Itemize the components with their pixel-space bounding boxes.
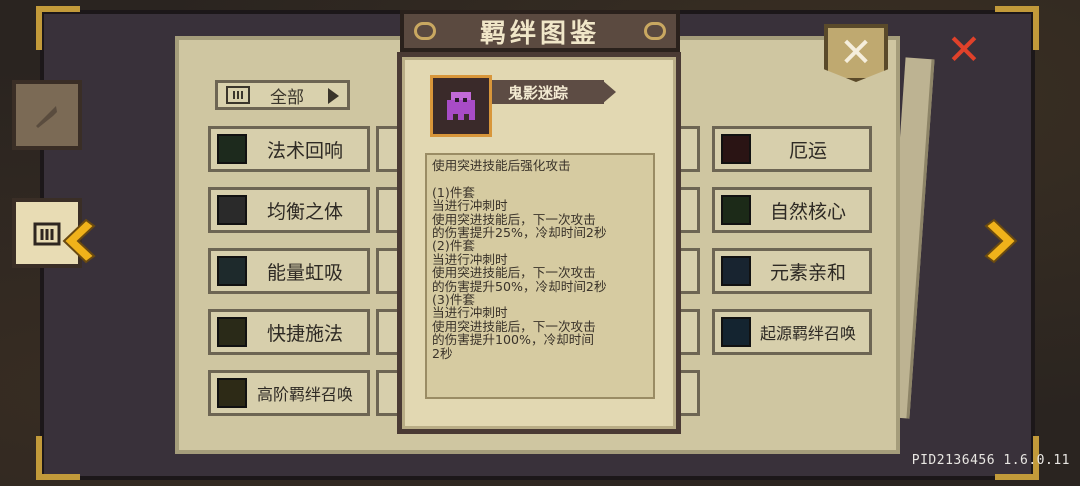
set-icon <box>721 256 751 286</box>
ornament-icon <box>414 22 436 40</box>
title-text: 羁绊图鉴 <box>479 18 600 49</box>
set-label: 起源羁绊召唤 <box>759 324 856 343</box>
set-name-ribbon: 鬼影迷踪 <box>492 80 604 104</box>
filter-dropdown[interactable]: 全部 <box>215 80 350 110</box>
sets-icon <box>33 222 61 246</box>
set-label: 厄运 <box>788 139 827 162</box>
close-icon: ✕ <box>946 25 982 74</box>
set-item[interactable]: 元素亲和 <box>712 248 872 294</box>
set-item[interactable]: 快捷施法 <box>208 309 370 355</box>
dropdown-arrow-icon <box>328 88 339 104</box>
set-icon <box>217 195 247 225</box>
set-label: 快捷施法 <box>266 322 343 345</box>
set-icon <box>217 256 247 286</box>
page-title: 羁绊图鉴 <box>400 10 680 52</box>
set-label: 高阶羁绊召唤 <box>256 385 353 404</box>
set-label: 法术回响 <box>266 139 343 162</box>
ribbon-tip <box>602 80 616 104</box>
set-item[interactable]: 能量虹吸 <box>208 248 370 294</box>
sword-icon <box>36 106 57 128</box>
set-name: 鬼影迷踪 <box>508 83 569 102</box>
set-item[interactable]: 自然核心 <box>712 187 872 233</box>
ghost-icon <box>447 92 475 120</box>
set-description: 使用突进技能后强化攻击 (1)件套 当进行冲刺时 使用突进技能后，下一次攻击 的… <box>425 153 655 399</box>
set-label: 自然核心 <box>769 200 846 223</box>
arrow-right-icon[interactable] <box>984 216 1020 266</box>
frame-corner <box>36 436 80 480</box>
version-label: PID2136456 1.6.0.11 <box>911 453 1070 468</box>
set-icon <box>217 378 247 408</box>
set-icon <box>721 195 751 225</box>
set-item[interactable]: 高阶羁绊召唤 <box>208 370 370 416</box>
close-icon: ✕ <box>839 30 873 76</box>
set-item[interactable]: 法术回响 <box>208 126 370 172</box>
set-label: 能量虹吸 <box>266 261 343 284</box>
set-icon <box>721 317 751 347</box>
set-label: 均衡之体 <box>266 200 343 223</box>
set-item[interactable]: 起源羁绊召唤 <box>712 309 872 355</box>
filter-icon <box>226 86 250 104</box>
set-icon <box>217 317 247 347</box>
set-item[interactable]: 厄运 <box>712 126 872 172</box>
set-label: 元素亲和 <box>769 261 846 284</box>
close-popup-button[interactable]: ✕ <box>944 29 984 71</box>
filter-label: 全部 <box>270 87 304 108</box>
set-icon-frame <box>430 75 492 137</box>
set-icon <box>217 134 247 164</box>
tab-weapons[interactable] <box>12 80 82 150</box>
frame-corner <box>995 6 1039 50</box>
arrow-left-icon[interactable] <box>60 216 96 266</box>
set-item[interactable]: 均衡之体 <box>208 187 370 233</box>
frame-corner <box>36 6 80 50</box>
set-icon <box>721 134 751 164</box>
ornament-icon <box>644 22 666 40</box>
